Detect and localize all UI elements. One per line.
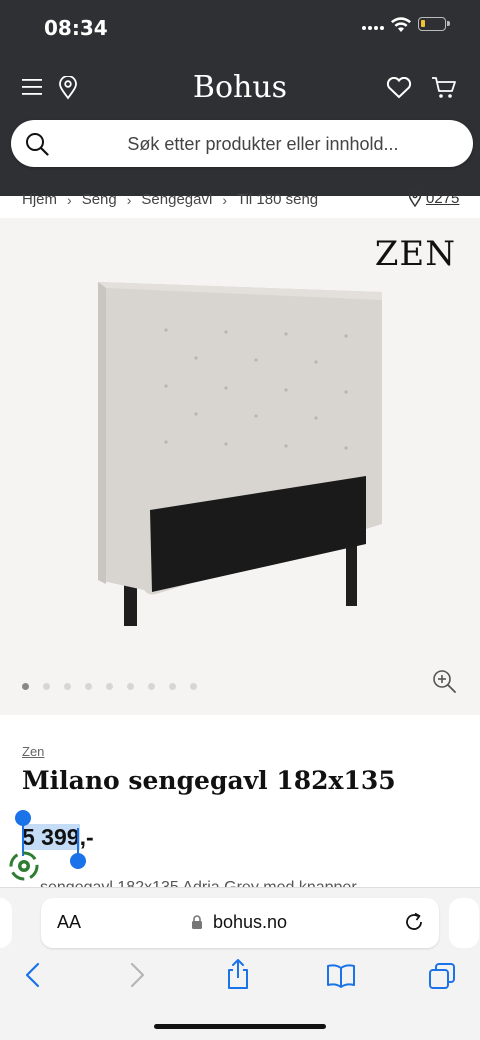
heart-icon[interactable]	[386, 77, 412, 99]
address-bar[interactable]: AA bohus.no	[41, 898, 439, 948]
zoom-in-icon[interactable]	[432, 669, 456, 693]
product-gallery[interactable]: ZEN	[0, 218, 480, 715]
product-brand-link[interactable]: Zen	[22, 744, 44, 759]
gallery-pagination[interactable]	[22, 683, 197, 690]
forward-icon[interactable]	[128, 962, 146, 988]
status-time: 08:34	[44, 16, 108, 40]
browser-toolbar: AA bohus.no	[0, 887, 480, 1040]
tabs-icon[interactable]	[428, 962, 456, 990]
reload-icon[interactable]	[403, 911, 425, 933]
chevron-right-icon: ›	[222, 191, 227, 208]
brand-logo: ZEN	[374, 234, 456, 274]
breadcrumb: Hjem › Seng › Sengegavl › Til 180 seng	[22, 191, 318, 208]
breadcrumb-item-home[interactable]: Hjem	[22, 191, 57, 208]
search-input[interactable]	[71, 128, 455, 160]
wifi-icon	[391, 17, 411, 32]
search-bar	[11, 120, 473, 167]
share-icon[interactable]	[225, 958, 251, 990]
url-domain[interactable]: bohus.no	[41, 912, 439, 933]
search-icon[interactable]	[25, 132, 49, 156]
chevron-right-icon: ›	[67, 191, 72, 208]
battery-icon	[418, 17, 450, 31]
previous-tab-preview[interactable]	[0, 898, 12, 948]
store-number[interactable]: 0275	[426, 190, 459, 207]
breadcrumb-item-sengegavl[interactable]: Sengegavl	[141, 191, 212, 208]
selection-start-handle[interactable]	[15, 810, 31, 826]
price-suffix: ,-	[79, 824, 94, 850]
breadcrumb-item-current[interactable]: Til 180 seng	[237, 191, 318, 208]
product-title: Milano sengegavl 182x135	[22, 766, 396, 795]
next-tab-preview[interactable]	[449, 898, 479, 948]
product-price: 5 399,-	[22, 824, 94, 851]
price-selected-text[interactable]: 5 399	[22, 824, 80, 850]
bookmarks-icon[interactable]	[326, 964, 356, 988]
location-pin-icon	[408, 190, 422, 207]
back-icon[interactable]	[24, 962, 42, 988]
extension-icon[interactable]	[8, 850, 40, 882]
product-image[interactable]	[96, 280, 388, 630]
signal-icon	[362, 26, 384, 30]
home-indicator	[154, 1024, 326, 1029]
cart-icon[interactable]	[431, 76, 457, 100]
breadcrumb-item-seng[interactable]: Seng	[82, 191, 117, 208]
chevron-right-icon: ›	[126, 191, 132, 208]
store-selector[interactable]: 0275	[408, 190, 459, 207]
selection-end-handle[interactable]	[70, 853, 86, 869]
status-bar: 08:34	[0, 0, 480, 56]
